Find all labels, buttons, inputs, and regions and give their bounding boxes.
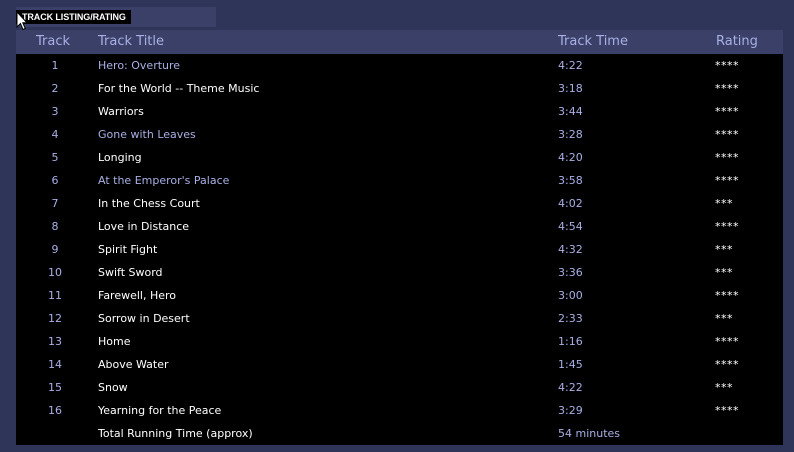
track-rating: ****: [715, 289, 739, 302]
track-rating: ****: [715, 335, 739, 348]
track-number: 10: [48, 266, 62, 279]
track-rating: ***: [715, 381, 733, 394]
track-time: 3:36: [558, 266, 583, 279]
track-number: 14: [48, 358, 62, 371]
track-title: Gone with Leaves: [98, 128, 196, 141]
track-time: 1:16: [558, 335, 583, 348]
table-row: 5 Longing 4:20 ****: [16, 146, 783, 169]
track-number: 1: [51, 59, 59, 72]
table-row: 15 Snow 4:22 ***: [16, 376, 783, 399]
table-row: 10 Swift Sword 3:36 ***: [16, 261, 783, 284]
header-track-title: Track Title: [98, 34, 165, 49]
table-row: 9 Spirit Fight 4:32 ***: [16, 238, 783, 261]
track-time: 3:18: [558, 82, 583, 95]
track-time: 3:44: [558, 105, 583, 118]
track-title: Love in Distance: [98, 220, 190, 233]
table-row: 13 Home 1:16 ****: [16, 330, 783, 353]
track-rating: ***: [715, 243, 733, 256]
table-row: 7 In the Chess Court 4:02 ***: [16, 192, 783, 215]
track-number: 9: [51, 243, 59, 256]
track-title: Yearning for the Peace: [98, 404, 222, 417]
table-row: 16 Yearning for the Peace 3:29 ****: [16, 399, 783, 422]
track-rating: ****: [715, 82, 739, 95]
track-rating: ****: [715, 151, 739, 164]
table-header-row: Track Track Title Track Time Rating: [16, 30, 783, 54]
track-rating: ****: [715, 59, 739, 72]
track-time: 4:22: [558, 381, 583, 394]
table-row: 14 Above Water 1:45 ****: [16, 353, 783, 376]
track-rating: ****: [715, 220, 739, 233]
track-number: 5: [51, 151, 59, 164]
track-number: 16: [48, 404, 62, 417]
track-title: Swift Sword: [98, 266, 163, 279]
track-title: Sorrow in Desert: [98, 312, 190, 325]
header-track-time: Track Time: [558, 34, 628, 49]
track-time: 4:20: [558, 151, 583, 164]
track-title: Home: [98, 335, 131, 348]
track-title: Warriors: [98, 105, 144, 118]
track-number: 12: [48, 312, 62, 325]
track-number: 13: [48, 335, 62, 348]
table-row: 1 Hero: Overture 4:22 ****: [16, 54, 783, 77]
track-time: 4:32: [558, 243, 583, 256]
track-time: 3:28: [558, 128, 583, 141]
track-title: At the Emperor's Palace: [98, 174, 230, 187]
table-row: 3 Warriors 3:44 ****: [16, 100, 783, 123]
track-number: 7: [51, 197, 59, 210]
track-rating: ****: [715, 404, 739, 417]
track-time: 3:00: [558, 289, 583, 302]
track-rating: ***: [715, 266, 733, 279]
track-listing-table: Track Track Title Track Time Rating 1 Her…: [16, 30, 783, 445]
track-title: Farewell, Hero: [98, 289, 177, 302]
track-title: Snow: [98, 381, 128, 394]
total-running-time-label: Total Running Time (approx): [98, 427, 253, 440]
table-row: 6 At the Emperor's Palace 3:58 ****: [16, 169, 783, 192]
track-rating: ***: [715, 312, 733, 325]
track-rating: ****: [715, 358, 739, 371]
table-row: 11 Farewell, Hero 3:00 ****: [16, 284, 783, 307]
tab-track-listing[interactable]: TRACK LISTING/RATING: [16, 10, 131, 24]
track-rating: ****: [715, 128, 739, 141]
track-time: 4:54: [558, 220, 583, 233]
track-title: In the Chess Court: [98, 197, 200, 210]
track-number: 6: [51, 174, 59, 187]
table-row: 4 Gone with Leaves 3:28 ****: [16, 123, 783, 146]
track-rating: ****: [715, 105, 739, 118]
track-time: 2:33: [558, 312, 583, 325]
track-title: Above Water: [98, 358, 169, 371]
table-row: 2 For the World -- Theme Music 3:18 ****: [16, 77, 783, 100]
header-track: Track: [36, 34, 71, 49]
track-number: 2: [51, 82, 59, 95]
track-time: 4:22: [558, 59, 583, 72]
track-number: 8: [51, 220, 59, 233]
track-title: Spirit Fight: [98, 243, 158, 256]
track-rating: ****: [715, 174, 739, 187]
table-row: 12 Sorrow in Desert 2:33 ***: [16, 307, 783, 330]
table-body: 1 Hero: Overture 4:22 **** 2 For the World --…: [16, 54, 783, 445]
track-title: Longing: [98, 151, 142, 164]
table-row: 8 Love in Distance 4:54 ****: [16, 215, 783, 238]
track-number: 4: [51, 128, 59, 141]
track-title: Hero: Overture: [98, 59, 181, 72]
track-title: For the World -- Theme Music: [98, 82, 260, 95]
track-rating: ***: [715, 197, 733, 210]
track-number: 15: [48, 381, 62, 394]
total-running-time-row: Total Running Time (approx) 54 minutes: [16, 422, 783, 445]
track-time: 3:29: [558, 404, 583, 417]
track-time: 3:58: [558, 174, 583, 187]
total-running-time-value: 54 minutes: [558, 427, 621, 440]
track-time: 4:02: [558, 197, 583, 210]
arrow-cursor-icon: [16, 11, 28, 31]
track-time: 1:45: [558, 358, 583, 371]
track-number: 11: [48, 289, 62, 302]
header-rating: Rating: [716, 34, 758, 49]
track-number: 3: [51, 105, 59, 118]
